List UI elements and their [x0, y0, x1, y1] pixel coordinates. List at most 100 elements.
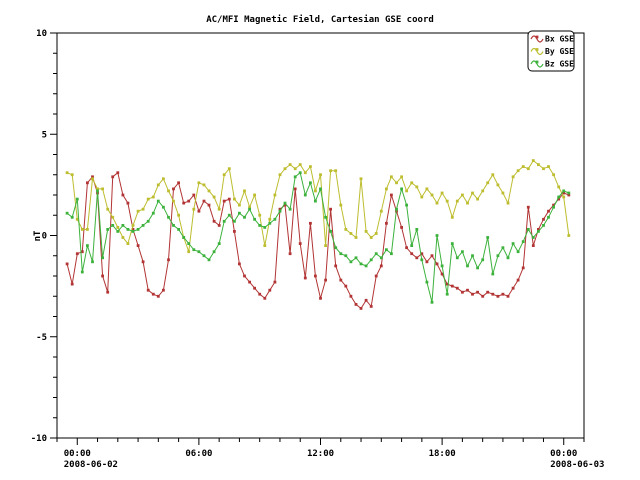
- magnetic-field-chart: AC/MFI Magnetic Field, Cartesian GSE coo…: [0, 0, 640, 480]
- series-marker: [451, 285, 454, 288]
- y-tick-label: -10: [31, 434, 47, 444]
- plot-frame-group: [57, 33, 584, 438]
- series-marker: [289, 252, 292, 255]
- series-marker: [182, 202, 185, 205]
- legend-item-label: Bx GSE: [545, 35, 574, 44]
- series-marker: [547, 210, 550, 213]
- series-marker: [142, 208, 145, 211]
- series-marker: [497, 184, 500, 187]
- series-marker: [375, 275, 378, 278]
- x-tick-label: 12:00: [307, 449, 334, 459]
- series-marker: [547, 216, 550, 219]
- series-marker: [375, 232, 378, 235]
- series-marker: [481, 190, 484, 193]
- series-marker: [451, 242, 454, 245]
- series-marker: [370, 236, 373, 239]
- series-marker: [329, 208, 332, 211]
- series-marker: [512, 175, 515, 178]
- series-marker: [218, 242, 221, 245]
- series-group: [66, 159, 571, 310]
- x-date-label: 2008-06-03: [550, 460, 604, 470]
- y-tick-label: 0: [42, 232, 47, 242]
- series-marker: [106, 208, 109, 211]
- plot-frame: [57, 33, 584, 438]
- series-marker: [268, 289, 271, 292]
- series-marker: [309, 222, 312, 225]
- series-marker: [243, 216, 246, 219]
- series-marker: [319, 173, 322, 176]
- series-marker: [111, 224, 114, 227]
- series-marker: [350, 260, 353, 263]
- series-marker: [431, 301, 434, 304]
- series-marker: [208, 204, 211, 207]
- series-marker: [527, 167, 530, 170]
- series-marker: [497, 254, 500, 257]
- series-marker: [339, 252, 342, 255]
- series-marker: [101, 188, 104, 191]
- series-marker: [380, 210, 383, 213]
- series-marker: [410, 252, 413, 255]
- series-marker: [537, 230, 540, 233]
- series-marker: [517, 169, 520, 172]
- series-marker: [461, 291, 464, 294]
- series-marker: [127, 242, 130, 245]
- series-marker: [451, 216, 454, 219]
- series-marker: [400, 188, 403, 191]
- legend-item-label: Bz GSE: [545, 60, 574, 69]
- series-marker: [446, 200, 449, 203]
- x-tick-label: 06:00: [185, 449, 212, 459]
- series-marker: [552, 206, 555, 209]
- series-marker: [562, 196, 565, 199]
- series-marker: [198, 181, 201, 184]
- series-marker: [106, 291, 109, 294]
- series-marker: [279, 173, 282, 176]
- series-marker: [106, 228, 109, 231]
- series-marker: [466, 289, 469, 292]
- series-marker: [137, 210, 140, 213]
- series-marker: [542, 167, 545, 170]
- series-marker: [431, 194, 434, 197]
- series-marker: [243, 190, 246, 193]
- series-marker: [567, 192, 570, 195]
- series-marker: [329, 169, 332, 172]
- series-marker: [122, 236, 125, 239]
- series-marker: [284, 202, 287, 205]
- series-marker: [537, 163, 540, 166]
- series-marker: [177, 214, 180, 217]
- series-marker: [436, 202, 439, 205]
- series-marker: [461, 250, 464, 253]
- series-marker: [213, 250, 216, 253]
- series-marker: [248, 281, 251, 284]
- series-marker: [344, 285, 347, 288]
- series-marker: [547, 165, 550, 168]
- series-marker: [198, 210, 201, 213]
- series-marker: [81, 271, 84, 274]
- series-marker: [253, 287, 256, 290]
- series-marker: [491, 273, 494, 276]
- series-marker: [101, 275, 104, 278]
- series-marker: [344, 228, 347, 231]
- series-marker: [319, 297, 322, 300]
- series-marker: [192, 248, 195, 251]
- series-marker: [350, 295, 353, 298]
- series-marker: [299, 163, 302, 166]
- series-marker: [552, 173, 555, 176]
- series-marker: [400, 226, 403, 229]
- series-marker: [142, 260, 145, 263]
- series-marker: [339, 204, 342, 207]
- series-marker: [203, 200, 206, 203]
- series-marker: [284, 167, 287, 170]
- series-marker: [562, 190, 565, 193]
- series-marker: [268, 218, 271, 221]
- series-marker: [101, 256, 104, 259]
- series-marker: [263, 297, 266, 300]
- series-marker: [415, 228, 418, 231]
- series-marker: [471, 254, 474, 257]
- series-marker: [334, 169, 337, 172]
- series-marker: [441, 265, 444, 268]
- series-marker: [486, 181, 489, 184]
- series-marker: [365, 265, 368, 268]
- series-marker: [162, 206, 165, 209]
- series-marker: [233, 220, 236, 223]
- series-marker: [385, 222, 388, 225]
